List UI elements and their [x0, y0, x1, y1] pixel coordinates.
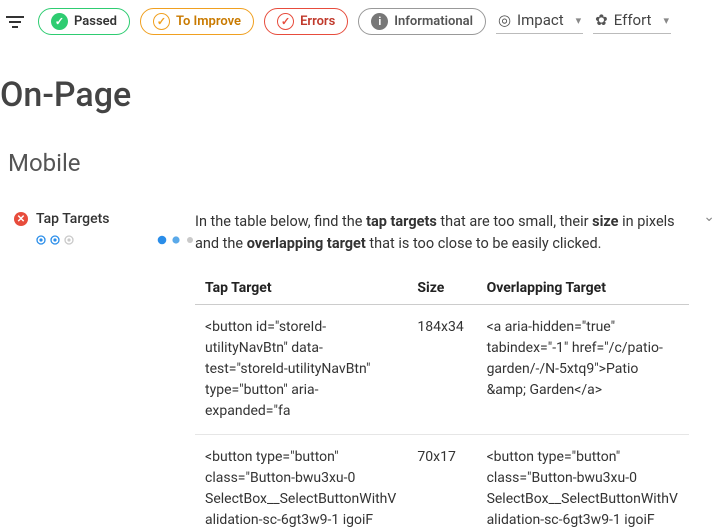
check-icon: ✓: [277, 13, 294, 30]
section-title: Mobile: [0, 119, 719, 183]
check-body: ⌄ In the table below, find the tap targe…: [195, 211, 719, 528]
target-icon: [36, 235, 46, 245]
toolbar: ✓ Passed ✓ To Improve ✓ Errors i Informa…: [0, 0, 719, 49]
gear-icon: [157, 235, 167, 245]
table-row: <button type="button" class="Button-bwu3…: [195, 434, 689, 528]
text-bold: overlapping target: [247, 235, 366, 252]
check-icon: ✓: [51, 13, 68, 30]
col-tap-target: Tap Target: [195, 272, 407, 305]
cell-tap-target: <button id="storeId-utilityNavBtn" data-…: [195, 304, 407, 434]
gear-icon: [185, 235, 195, 245]
chip-passed[interactable]: ✓ Passed: [38, 8, 130, 35]
text: that are too small, their: [437, 213, 592, 230]
chip-label: Informational: [394, 14, 473, 29]
page-title: On-Page: [0, 49, 719, 119]
gear-icon: ✿: [595, 11, 608, 29]
chevron-down-icon: ▾: [576, 14, 582, 27]
error-badge-icon: ✕: [14, 212, 28, 226]
check-icon: ✓: [153, 13, 170, 30]
check-header[interactable]: ✕ Tap Targets: [14, 211, 195, 227]
filter-icon[interactable]: [6, 12, 26, 32]
check-panel: ✕ Tap Targets: [0, 211, 195, 245]
table-header-row: Tap Target Size Overlapping Target: [195, 272, 689, 305]
gear-icon: [171, 235, 181, 245]
col-size: Size: [407, 272, 476, 305]
impact-dropdown[interactable]: ◎ Impact ▾: [496, 9, 583, 34]
text: that is too close to be easily clicked.: [366, 235, 602, 252]
cell-size: 184x34: [407, 304, 476, 434]
tap-targets-table: Tap Target Size Overlapping Target <butt…: [195, 272, 689, 528]
chip-label: Errors: [300, 14, 335, 29]
chip-label: Passed: [74, 14, 117, 29]
target-icon: [50, 235, 60, 245]
info-icon: i: [371, 13, 388, 30]
dropdown-label: Impact: [517, 11, 564, 29]
chip-informational[interactable]: i Informational: [358, 8, 486, 35]
text-bold: tap targets: [366, 213, 437, 230]
collapse-chevron-icon[interactable]: ⌄: [703, 209, 715, 225]
dropdown-label: Effort: [614, 11, 652, 29]
text-bold: size: [592, 213, 618, 230]
target-icon: ◎: [498, 11, 511, 29]
cell-size: 70x17: [407, 434, 476, 528]
intro-text: In the table below, find the tap targets…: [195, 211, 689, 256]
cell-overlapping: <a aria-hidden="true" tabindex="-1" href…: [477, 304, 689, 434]
impact-effort-meter: [14, 227, 195, 245]
chevron-down-icon: ▾: [663, 14, 669, 27]
chip-label: To Improve: [176, 14, 241, 29]
target-icon: [64, 235, 74, 245]
text: In the table below, find the: [195, 213, 366, 230]
table-row: <button id="storeId-utilityNavBtn" data-…: [195, 304, 689, 434]
effort-dropdown[interactable]: ✿ Effort ▾: [593, 9, 671, 34]
chip-to-improve[interactable]: ✓ To Improve: [140, 8, 254, 35]
check-name: Tap Targets: [36, 211, 109, 227]
cell-tap-target: <button type="button" class="Button-bwu3…: [195, 434, 407, 528]
col-overlapping: Overlapping Target: [477, 272, 689, 305]
chip-errors[interactable]: ✓ Errors: [264, 8, 348, 35]
check-row: ✕ Tap Targets ⌄ In the table below, find…: [0, 183, 719, 528]
cell-overlapping: <button type="button" class="Button-bwu3…: [477, 434, 689, 528]
